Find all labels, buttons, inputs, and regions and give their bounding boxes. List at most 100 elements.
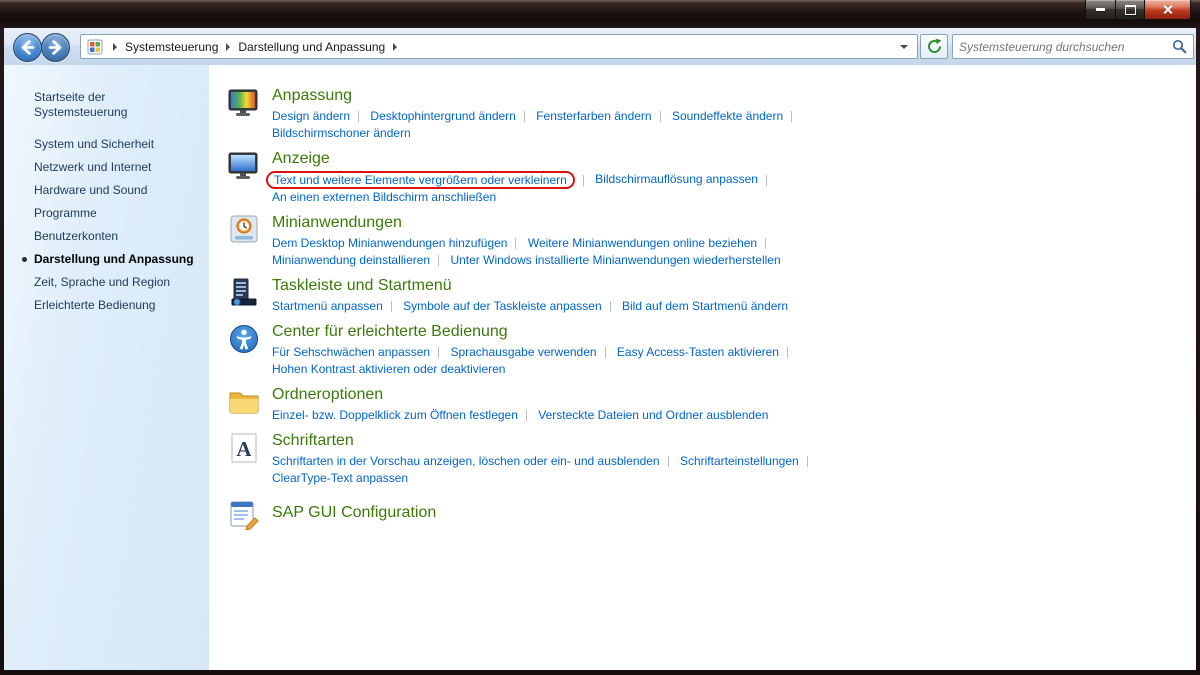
section-ordneroptionen: Ordneroptionen Einzel- bzw. Doppelklick … — [228, 385, 1196, 424]
sidebar-item-darstellung-und-anpassung[interactable]: Darstellung und Anpassung — [4, 248, 209, 271]
section-sap-gui: SAP GUI Configuration — [228, 497, 1196, 530]
section-anzeige: Anzeige Text und weitere Elemente vergrö… — [228, 149, 1196, 206]
refresh-button[interactable] — [920, 34, 948, 59]
sidebar-item-hardware-und-sound[interactable]: Hardware und Sound — [4, 179, 209, 202]
section-title-schriftarten[interactable]: Schriftarten — [272, 431, 816, 451]
link-easy-access-tasten[interactable]: Easy Access-Tasten aktivieren — [617, 345, 779, 359]
section-title-taskleiste[interactable]: Taskleiste und Startmenü — [272, 276, 788, 296]
sidebar-item-startseite[interactable]: Startseite der Systemsteuerung — [4, 86, 209, 124]
link-cleartype-anpassen[interactable]: ClearType-Text anpassen — [272, 471, 408, 485]
fonts-icon[interactable]: A — [228, 432, 260, 464]
personalization-icon[interactable] — [228, 87, 260, 119]
link-schriftarten-vorschau[interactable]: Schriftarten in der Vorschau anzeigen, l… — [272, 454, 660, 468]
breadcrumb-arrow-icon[interactable] — [113, 43, 117, 51]
section-title-anzeige[interactable]: Anzeige — [272, 149, 775, 169]
link-startmenue-anpassen[interactable]: Startmenü anpassen — [272, 299, 383, 313]
forward-arrow-icon — [42, 34, 69, 61]
link-externer-bildschirm-anschliessen[interactable]: An einen externen Bildschirm anschließen — [272, 190, 496, 204]
gadgets-icon[interactable] — [228, 214, 260, 246]
breadcrumb-arrow-icon[interactable] — [226, 43, 230, 51]
search-icon[interactable] — [1172, 39, 1187, 54]
link-startmenue-bild-aendern[interactable]: Bild auf dem Startmenü ändern — [622, 299, 788, 313]
link-minianwendungen-hinzufuegen[interactable]: Dem Desktop Minianwendungen hinzufügen — [272, 236, 507, 250]
folder-options-icon[interactable] — [228, 386, 260, 418]
link-row: Hohen Kontrast aktivieren oder deaktivie… — [272, 361, 796, 378]
breadcrumb-arrow-icon[interactable] — [393, 43, 397, 51]
taskbar-startmenu-icon[interactable] — [228, 277, 260, 309]
section-erleichterte-bedienung: Center für erleichterte Bedienung Für Se… — [228, 322, 1196, 378]
address-history-dropdown-icon[interactable] — [900, 45, 908, 49]
link-text-vergroessern-verkleinern[interactable]: Text und weitere Elemente vergrößern ode… — [274, 173, 567, 187]
section-title-erleichterte-bedienung[interactable]: Center für erleichterte Bedienung — [272, 322, 796, 342]
maximize-button[interactable] — [1116, 0, 1144, 20]
link-divider — [583, 175, 584, 186]
ease-of-access-icon[interactable] — [228, 323, 260, 355]
breadcrumb-systemsteuerung[interactable]: Systemsteuerung — [123, 40, 220, 54]
link-bildschirmschoner-aendern[interactable]: Bildschirmschoner ändern — [272, 126, 411, 140]
sidebar-item-benutzerkonten[interactable]: Benutzerkonten — [4, 225, 209, 248]
link-schriftarteinstellungen[interactable]: Schriftarteinstellungen — [680, 454, 799, 468]
link-minianwendung-deinstallieren[interactable]: Minianwendung deinstallieren — [272, 253, 430, 267]
link-soundeffekte-aendern[interactable]: Soundeffekte ändern — [672, 109, 783, 123]
link-divider — [807, 456, 808, 467]
active-item-bullet — [22, 257, 27, 262]
link-desktophintergrund-aendern[interactable]: Desktophintergrund ändern — [370, 109, 515, 123]
link-sprachausgabe-verwenden[interactable]: Sprachausgabe verwenden — [450, 345, 596, 359]
section-taskleiste-startmenu: Taskleiste und Startmenü Startmenü anpas… — [228, 276, 1196, 315]
close-icon — [1162, 4, 1173, 15]
link-minianwendungen-online-beziehen[interactable]: Weitere Minianwendungen online beziehen — [528, 236, 757, 250]
forward-button[interactable] — [41, 33, 70, 62]
sidebar-item-system-und-sicherheit[interactable]: System und Sicherheit — [4, 133, 209, 156]
section-title-ordneroptionen[interactable]: Ordneroptionen — [272, 385, 768, 405]
sidebar-item-label: Darstellung und Anpassung — [34, 252, 194, 266]
minimize-button[interactable] — [1085, 0, 1116, 20]
section-minianwendungen: Minianwendungen Dem Desktop Minianwendun… — [228, 213, 1196, 269]
breadcrumb-darstellung-und-anpassung[interactable]: Darstellung und Anpassung — [236, 40, 387, 54]
link-hoher-kontrast[interactable]: Hohen Kontrast aktivieren oder deaktivie… — [272, 362, 505, 376]
link-divider — [668, 456, 669, 467]
refresh-icon — [926, 38, 943, 55]
link-divider — [515, 238, 516, 249]
link-row: An einen externen Bildschirm anschließen — [272, 189, 775, 206]
window-body: Startseite der Systemsteuerung System un… — [4, 65, 1196, 670]
link-fensterfarben-aendern[interactable]: Fensterfarben ändern — [536, 109, 651, 123]
link-divider — [787, 347, 788, 358]
sidebar-item-erleichterte-bedienung[interactable]: Erleichterte Bedienung — [4, 294, 209, 317]
back-button[interactable] — [13, 33, 42, 62]
section-title-anpassung[interactable]: Anpassung — [272, 86, 800, 106]
link-divider — [765, 238, 766, 249]
link-divider — [391, 301, 392, 312]
link-row: Einzel- bzw. Doppelklick zum Öffnen fest… — [272, 407, 768, 424]
svg-text:A: A — [236, 437, 252, 461]
link-doppelklick-festlegen[interactable]: Einzel- bzw. Doppelklick zum Öffnen fest… — [272, 408, 518, 422]
link-row: Startmenü anpassen Symbole auf der Taskl… — [272, 298, 788, 315]
display-icon[interactable] — [228, 150, 260, 182]
link-row: Dem Desktop Minianwendungen hinzufügen W… — [272, 235, 781, 252]
red-highlight-box: Text und weitere Elemente vergrößern ode… — [266, 171, 575, 189]
close-button[interactable] — [1144, 0, 1191, 20]
link-sehschwaechen-anpassen[interactable]: Für Sehschwächen anpassen — [272, 345, 430, 359]
caption-buttons — [1085, 0, 1191, 20]
link-row: Schriftarten in der Vorschau anzeigen, l… — [272, 453, 816, 470]
sap-gui-icon[interactable] — [228, 498, 260, 530]
sidebar-item-programme[interactable]: Programme — [4, 202, 209, 225]
link-minianwendungen-wiederherstellen[interactable]: Unter Windows installierte Minianwendung… — [450, 253, 780, 267]
sidebar-item-netzwerk-und-internet[interactable]: Netzwerk und Internet — [4, 156, 209, 179]
section-title-minianwendungen[interactable]: Minianwendungen — [272, 213, 781, 233]
section-title-sap-gui[interactable]: SAP GUI Configuration — [272, 503, 436, 523]
link-bildschirmaufloesung-anpassen[interactable]: Bildschirmauflösung anpassen — [595, 172, 758, 186]
section-schriftarten: A Schriftarten Schriftarten in der Vorsc… — [228, 431, 1196, 487]
link-row: Minianwendung deinstallieren Unter Windo… — [272, 252, 781, 269]
link-divider — [524, 111, 525, 122]
minimize-icon — [1096, 8, 1105, 11]
address-bar[interactable]: Systemsteuerung Darstellung und Anpassun… — [80, 34, 918, 59]
titlebar[interactable] — [0, 0, 1200, 28]
back-arrow-icon — [14, 34, 41, 61]
search-input[interactable] — [953, 40, 1172, 54]
search-box — [952, 34, 1194, 59]
link-design-aendern[interactable]: Design ändern — [272, 109, 350, 123]
link-versteckte-dateien-ausblenden[interactable]: Versteckte Dateien und Ordner ausblenden — [538, 408, 768, 422]
sidebar-item-zeit-sprache-region[interactable]: Zeit, Sprache und Region — [4, 271, 209, 294]
link-taskleiste-symbole-anpassen[interactable]: Symbole auf der Taskleiste anpassen — [403, 299, 602, 313]
link-divider — [610, 301, 611, 312]
